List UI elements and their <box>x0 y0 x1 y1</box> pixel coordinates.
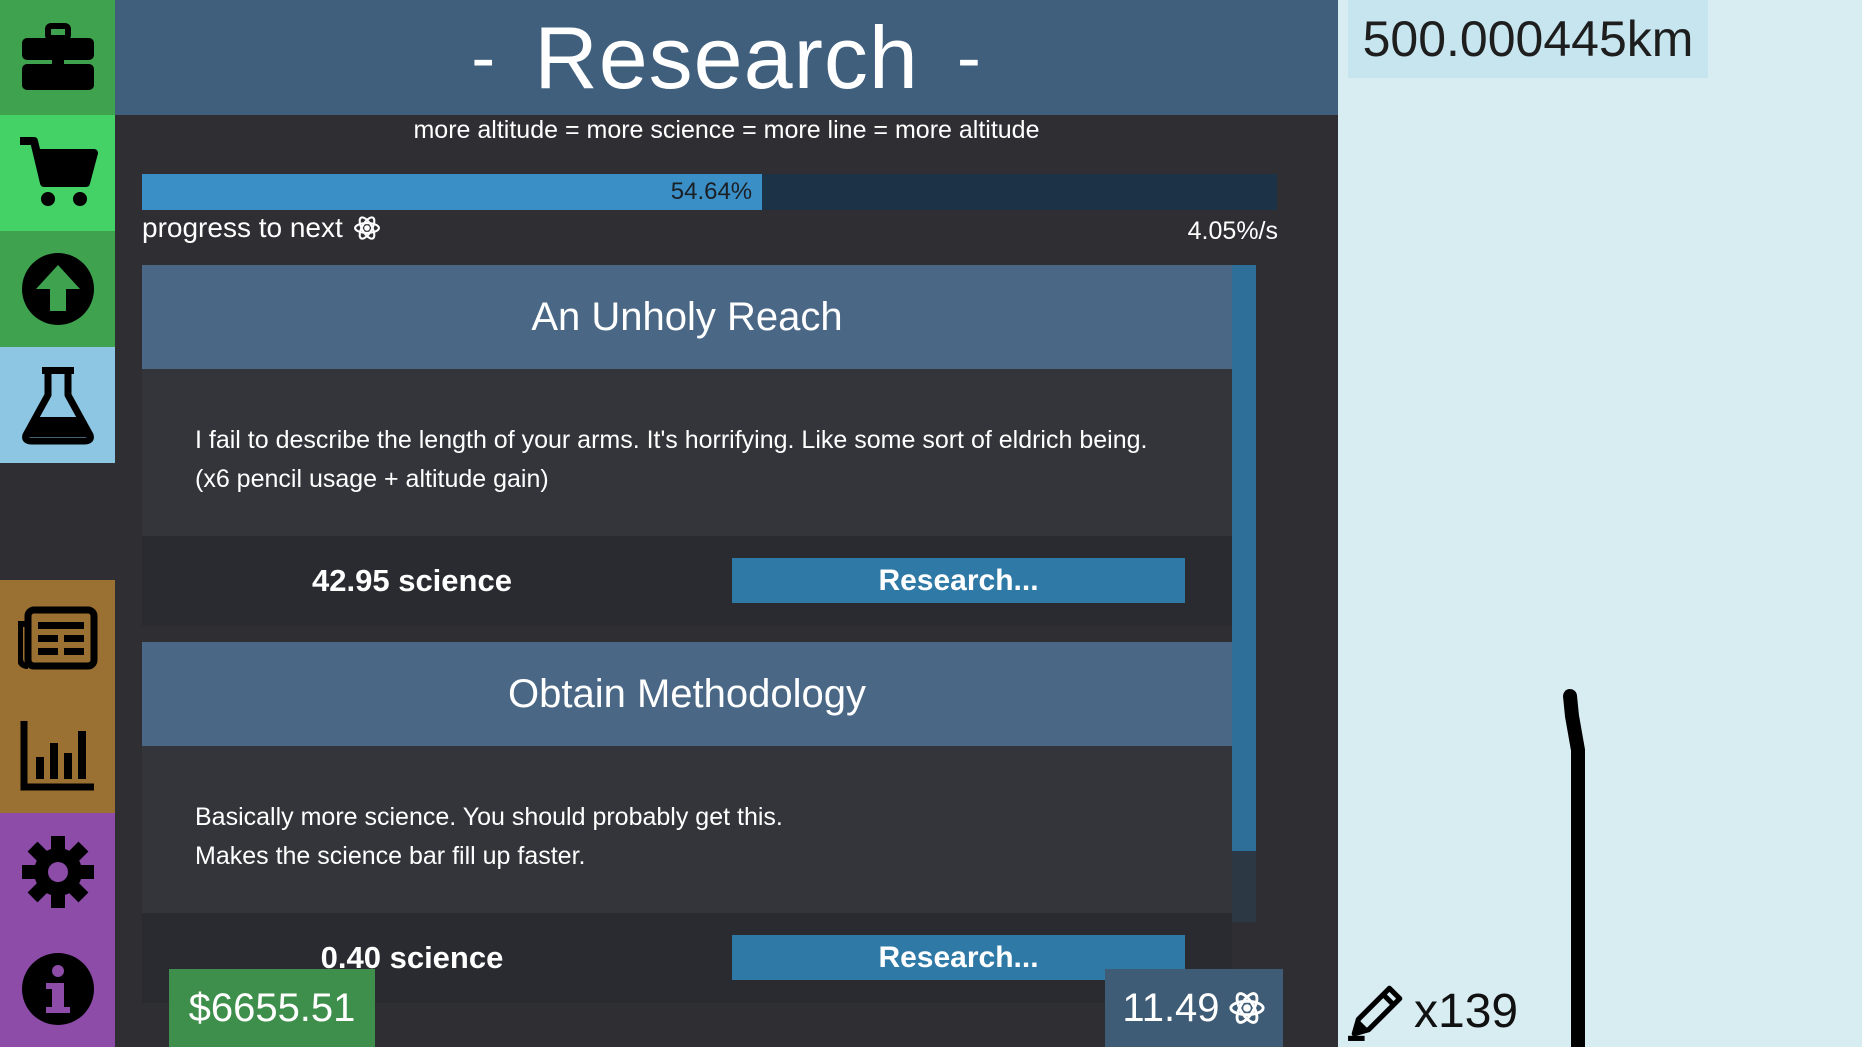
progress-label-text: progress to next <box>142 212 343 243</box>
sidebar-item-upgrades[interactable] <box>0 231 115 347</box>
research-description: I fail to describe the length of your ar… <box>142 369 1232 536</box>
drawn-line <box>1563 689 1585 1047</box>
sidebar-item-settings[interactable] <box>0 813 115 930</box>
progress-fill: 54.64% <box>142 174 763 210</box>
sidebar-item-info[interactable] <box>0 930 115 1047</box>
research-title: An Unholy Reach <box>142 265 1232 369</box>
tagline: more altitude = more science = more line… <box>413 116 1040 144</box>
progress-rate: 4.05%/s <box>1187 217 1278 245</box>
description-line: Basically more science. You should proba… <box>195 803 783 831</box>
research-scrollbar[interactable] <box>1232 265 1256 922</box>
title-dash-left: - <box>471 17 497 98</box>
sidebar-item-toolbox[interactable] <box>0 0 115 115</box>
sidebar-item-research[interactable] <box>0 347 115 463</box>
pencil-count: x139 <box>1414 984 1519 1038</box>
science-progress-bar: 54.64% <box>142 174 1277 210</box>
sidebar-item-news[interactable] <box>0 580 115 696</box>
pencil-icon <box>1348 985 1403 1041</box>
page-title: - Research - <box>115 0 1338 115</box>
money-display: $6655.51 <box>169 969 375 1047</box>
research-card: Obtain Methodology Basically more scienc… <box>142 642 1232 1003</box>
gear-icon <box>21 835 94 908</box>
sidebar <box>0 0 115 1047</box>
science-display: 11.49 <box>1105 969 1283 1047</box>
science-amount: 11.49 <box>1122 985 1220 1030</box>
research-list: An Unholy Reach I fail to describe the l… <box>142 265 1252 1005</box>
research-title: Obtain Methodology <box>142 642 1232 746</box>
research-cost: 42.95 science <box>312 563 512 598</box>
research-description: Basically more science. You should proba… <box>142 746 1232 913</box>
atom-icon <box>1228 992 1265 1024</box>
sidebar-item-shop[interactable] <box>0 115 115 231</box>
description-line: (x6 pencil usage + altitude gain) <box>195 465 549 493</box>
info-icon <box>21 952 94 1025</box>
research-panel: - Research - more altitude = more scienc… <box>115 0 1338 1047</box>
title-text: Research <box>534 7 919 107</box>
sidebar-item-stats[interactable] <box>0 696 115 813</box>
description-line: Makes the science bar fill up faster. <box>195 842 586 870</box>
scrollbar-thumb[interactable] <box>1232 265 1256 851</box>
bar-chart-icon <box>20 720 94 790</box>
newspaper-icon <box>17 606 97 670</box>
cart-icon <box>19 137 98 206</box>
atom-icon <box>353 216 380 240</box>
briefcase-icon <box>21 22 94 90</box>
progress-label: progress to next <box>142 212 381 244</box>
research-button[interactable]: Research... <box>732 558 1185 603</box>
flask-icon <box>21 367 94 445</box>
header: - Research - <box>115 0 1338 115</box>
research-card: An Unholy Reach I fail to describe the l… <box>142 265 1232 626</box>
pencil-counter: x139 <box>1346 980 1518 1042</box>
game-area[interactable]: 500.000445km x139 <box>1338 0 1862 1047</box>
research-footer: 42.95 science Research... <box>142 536 1232 626</box>
up-arrow-circle-icon <box>21 253 94 325</box>
description-line: I fail to describe the length of your ar… <box>195 426 1148 454</box>
progress-percent: 54.64% <box>670 178 753 205</box>
title-dash-right: - <box>956 17 982 98</box>
